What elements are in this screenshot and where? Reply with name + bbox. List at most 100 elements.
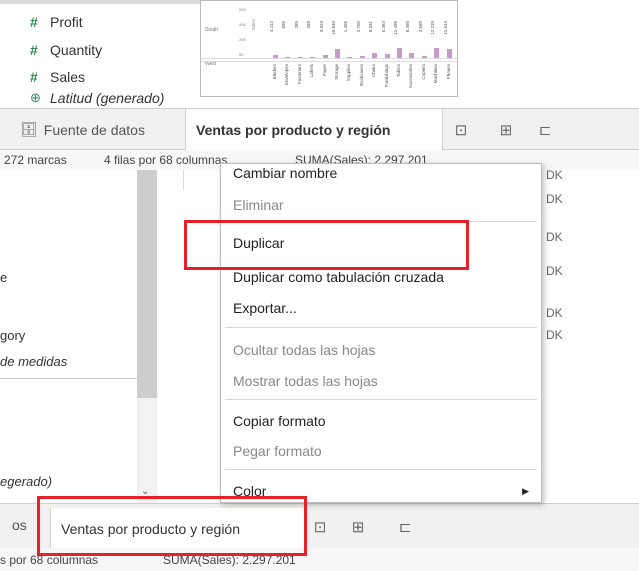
tab-label: Fuente de datos: [43, 121, 145, 138]
preview-category-label: Furnishings: [383, 64, 389, 88]
preview-tick: 20K: [239, 37, 247, 42]
new-worksheet-icon[interactable]: ⊡: [446, 109, 476, 150]
tab-sheet-ventas[interactable]: Ventas por producto y región: [185, 109, 443, 150]
menu-item-paste-format[interactable]: Pegar formato: [233, 443, 322, 459]
menu-item-show-all-sheets[interactable]: Mostrar todas las hojas: [233, 373, 378, 389]
highlight-sheet-tab: [37, 496, 307, 556]
menu-item-hide-all-sheets[interactable]: Ocultar todas las hojas: [233, 342, 375, 358]
tab-data-source[interactable]: 🗄 Fuente de datos: [0, 109, 185, 150]
preview-tick: 40K: [239, 22, 247, 27]
preview-bar: [347, 56, 353, 58]
preview-category-label: Chairs: [371, 64, 377, 78]
new-worksheet-icon[interactable]: ⊡: [305, 506, 335, 547]
preview-bar: [297, 57, 303, 58]
field-fragment: e: [0, 270, 8, 285]
preview-value-label: 288: [306, 21, 312, 29]
menu-separator: [225, 469, 537, 470]
submenu-arrow-icon: ▶: [522, 486, 529, 496]
preview-category-label: Labels: [309, 64, 315, 78]
menu-separator: [225, 399, 537, 400]
menu-item-copy-format[interactable]: Copiar formato: [233, 413, 326, 429]
menu-item-duplicate-crosstab[interactable]: Duplicar como tabulación cruzada: [233, 269, 444, 285]
preview-value-label: 6.331: [368, 21, 374, 33]
preview-category-label: Accessories: [408, 64, 414, 89]
field-label: Sales: [50, 69, 86, 85]
preview-bar: [285, 57, 291, 58]
preview-bar: [421, 55, 427, 58]
field-fragment-measures: de medidas: [0, 354, 68, 369]
scrollbar-thumb[interactable]: [137, 170, 157, 398]
preview-value-label: 10.840: [331, 21, 336, 35]
measure-icon: #: [30, 14, 38, 30]
preview-value-label: 896: [281, 21, 287, 29]
highlight-duplicate: [184, 220, 469, 270]
preview-category-label: Phones: [445, 64, 451, 80]
new-story-icon[interactable]: ⊏: [390, 506, 420, 547]
preview-value-label: 5.383: [380, 21, 386, 33]
preview-category-label: Copiers: [420, 64, 426, 80]
field-quantity[interactable]: # Quantity: [30, 38, 102, 62]
preview-row-divider: [201, 61, 457, 62]
preview-bar: [310, 57, 316, 58]
preview-value-label: 285: [293, 21, 299, 29]
globe-icon: ⊕: [30, 90, 41, 105]
preview-value-label: 1.456: [343, 21, 349, 33]
database-icon: 🗄: [20, 121, 38, 137]
preview-bar: [434, 48, 440, 58]
preview-value-label: 12.239: [430, 21, 436, 35]
new-story-icon[interactable]: ⊏: [530, 109, 560, 150]
preview-category-label: Supplies: [346, 64, 352, 82]
field-fragment-category: gory: [0, 328, 26, 343]
preview-bar: [397, 48, 402, 58]
field-label: Latitud (generado): [50, 90, 165, 106]
preview-category-label: Paper: [321, 64, 327, 77]
preview-bar: [273, 54, 278, 58]
preview-row-divider: [201, 58, 457, 59]
menu-item-export[interactable]: Exportar...: [233, 300, 297, 316]
preview-value-label: 4.112: [269, 21, 274, 32]
preview-tick: 60K: [239, 7, 247, 12]
axis-fragment: DK: [546, 306, 563, 320]
sheet-tab-context-menu: Cambiar nombre Eliminar Duplicar Duplica…: [220, 163, 542, 503]
preview-category-label: Fasteners: [296, 64, 302, 85]
field-profit[interactable]: # Profit: [30, 10, 83, 34]
sheet-tab-bar-top: 🗄 Fuente de datos Ventas por producto y …: [0, 108, 639, 150]
measure-icon: #: [30, 69, 38, 85]
preview-value-label: 2.560: [417, 21, 423, 33]
preview-value-label: 2.709: [355, 21, 361, 33]
preview-category-label: Tables: [396, 64, 401, 78]
preview-value-label: 12.498: [393, 21, 398, 35]
data-pane-fields: # Profit # Quantity # Sales ⊕ Latitud (g…: [0, 0, 200, 108]
preview-bar: [359, 55, 365, 58]
tab-label: Ventas por producto y región: [196, 121, 391, 138]
menu-separator: [225, 327, 537, 328]
new-dashboard-icon[interactable]: ⊞: [491, 109, 521, 150]
preview-bar: [322, 54, 328, 58]
field-fragment-generated: egerado): [0, 474, 53, 489]
preview-category-label: Storage: [334, 64, 339, 80]
preview-bar: [409, 52, 415, 58]
menu-item-delete[interactable]: Eliminar: [233, 197, 284, 213]
menu-item-rename[interactable]: Cambiar nombre: [233, 168, 337, 182]
field-label: Quantity: [50, 42, 103, 58]
axis-fragment: DK: [546, 264, 563, 278]
axis-fragment: DK: [546, 328, 563, 342]
measure-icon: #: [30, 42, 38, 58]
axis-fragment: DK: [546, 192, 563, 206]
field-sales[interactable]: # Sales: [30, 65, 85, 89]
preview-value-label: 11.644: [442, 21, 448, 35]
preview-category-label: Binders: [272, 64, 277, 80]
axis-fragment: DK: [546, 230, 563, 244]
preview-bar: [372, 52, 378, 58]
field-latitude[interactable]: ⊕ Latitud (generado): [30, 88, 164, 108]
new-dashboard-icon[interactable]: ⊞: [343, 506, 373, 547]
preview-category-label: Envelopes: [284, 64, 290, 86]
field-label: Profit: [50, 14, 83, 30]
axis-fragment: DK: [546, 168, 563, 182]
tab-label: os: [12, 516, 27, 533]
preview-category-label: Machines: [433, 64, 439, 84]
preview-value-label: 3.923: [318, 21, 324, 33]
preview-category-label: Bookcases: [358, 64, 364, 87]
preview-axis-label: Sales: [251, 19, 256, 31]
preview-bar: [384, 53, 390, 58]
